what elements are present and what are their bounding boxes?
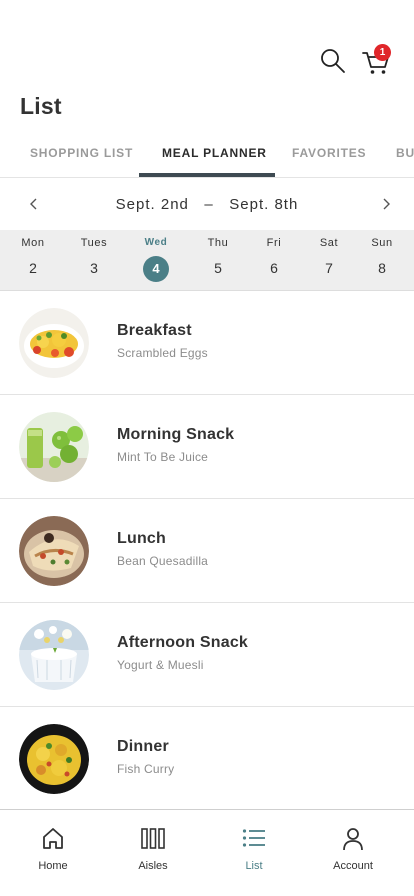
week-navigator: Sept. 2nd – Sept. 8th: [0, 178, 414, 230]
selected-day-number: 4: [143, 256, 169, 282]
meal-list: Breakfast Scrambled Eggs Morning Snack M…: [0, 291, 414, 811]
meal-subtitle: Fish Curry: [117, 762, 175, 776]
range-end: Sept. 8th: [229, 196, 299, 213]
meal-item-afternoon-snack[interactable]: Afternoon Snack Yogurt & Muesli: [0, 603, 414, 707]
day-number: 7: [325, 260, 333, 276]
bottom-nav: Home Aisles List Account: [0, 809, 414, 896]
meal-title: Afternoon Snack: [117, 634, 249, 651]
day-number: 6: [270, 260, 278, 276]
day-number: 2: [29, 260, 37, 276]
day-name: Thu: [207, 237, 229, 249]
nav-account[interactable]: Account: [303, 810, 403, 896]
tab-shopping-list[interactable]: SHOPPING LIST: [30, 146, 133, 160]
nav-list[interactable]: List: [204, 810, 304, 896]
tab-buy[interactable]: BUY: [396, 146, 414, 160]
meal-subtitle: Yogurt & Muesli: [117, 658, 204, 672]
day-wed[interactable]: Wed 4: [131, 230, 181, 291]
day-sat[interactable]: Sat 7: [304, 230, 354, 291]
account-icon: [341, 826, 365, 852]
yogurt-photo: [19, 620, 89, 690]
meal-title: Dinner: [117, 738, 169, 755]
fish-curry-photo: [19, 724, 89, 794]
day-sun[interactable]: Sun 8: [357, 230, 407, 291]
top-bar: 1: [0, 0, 414, 84]
tab-favorites[interactable]: FAVORITES: [292, 146, 366, 160]
nav-label: Aisles: [138, 860, 168, 872]
meal-subtitle: Bean Quesadilla: [117, 554, 209, 568]
tab-meal-planner[interactable]: MEAL PLANNER: [162, 146, 267, 160]
green-juice-photo: [19, 412, 89, 482]
day-strip: Mon 2 Tues 3 Wed 4 Thu 5 Fri 6 Sat 7 Sun…: [0, 230, 414, 291]
meal-item-breakfast[interactable]: Breakfast Scrambled Eggs: [0, 291, 414, 395]
day-name: Tues: [80, 237, 108, 249]
nav-label: List: [245, 860, 263, 872]
list-icon: [242, 826, 266, 852]
meal-subtitle: Mint To Be Juice: [117, 450, 209, 464]
meal-subtitle: Scrambled Eggs: [117, 346, 208, 360]
day-number: 3: [90, 260, 98, 276]
page-title: List: [20, 93, 62, 119]
cart-count-badge: 1: [374, 44, 391, 61]
day-thu[interactable]: Thu 5: [193, 230, 243, 291]
day-name: Mon: [21, 237, 45, 249]
meal-item-lunch[interactable]: Lunch Bean Quesadilla: [0, 499, 414, 603]
aisles-icon: [141, 826, 165, 852]
nav-label: Account: [333, 860, 373, 872]
scrambled-eggs-photo: [19, 308, 89, 378]
nav-aisles[interactable]: Aisles: [103, 810, 203, 896]
day-fri[interactable]: Fri 6: [249, 230, 299, 291]
day-name: Sat: [319, 237, 339, 249]
chevron-right-icon[interactable]: [378, 196, 394, 212]
quesadilla-photo: [19, 516, 89, 586]
nav-home[interactable]: Home: [3, 810, 103, 896]
day-name: Wed: [144, 237, 168, 248]
day-name: Sun: [371, 237, 393, 249]
day-number: 5: [214, 260, 222, 276]
meal-title: Morning Snack: [117, 426, 235, 443]
meal-title: Lunch: [117, 530, 166, 547]
tab-bar: SHOPPING LIST MEAL PLANNER FAVORITES BUY: [0, 130, 414, 178]
home-icon: [41, 826, 65, 852]
day-tues[interactable]: Tues 3: [69, 230, 119, 291]
nav-label: Home: [38, 860, 68, 872]
meal-item-morning-snack[interactable]: Morning Snack Mint To Be Juice: [0, 395, 414, 499]
meal-item-dinner[interactable]: Dinner Fish Curry: [0, 707, 414, 811]
range-separator: –: [204, 196, 214, 213]
date-range: Sept. 2nd – Sept. 8th: [0, 196, 414, 213]
day-number: 8: [378, 260, 386, 276]
search-icon[interactable]: [318, 46, 348, 76]
active-tab-indicator: [139, 173, 275, 177]
meal-title: Breakfast: [117, 322, 192, 339]
range-start: Sept. 2nd: [115, 196, 189, 213]
day-mon[interactable]: Mon 2: [8, 230, 58, 291]
day-name: Fri: [266, 237, 282, 249]
